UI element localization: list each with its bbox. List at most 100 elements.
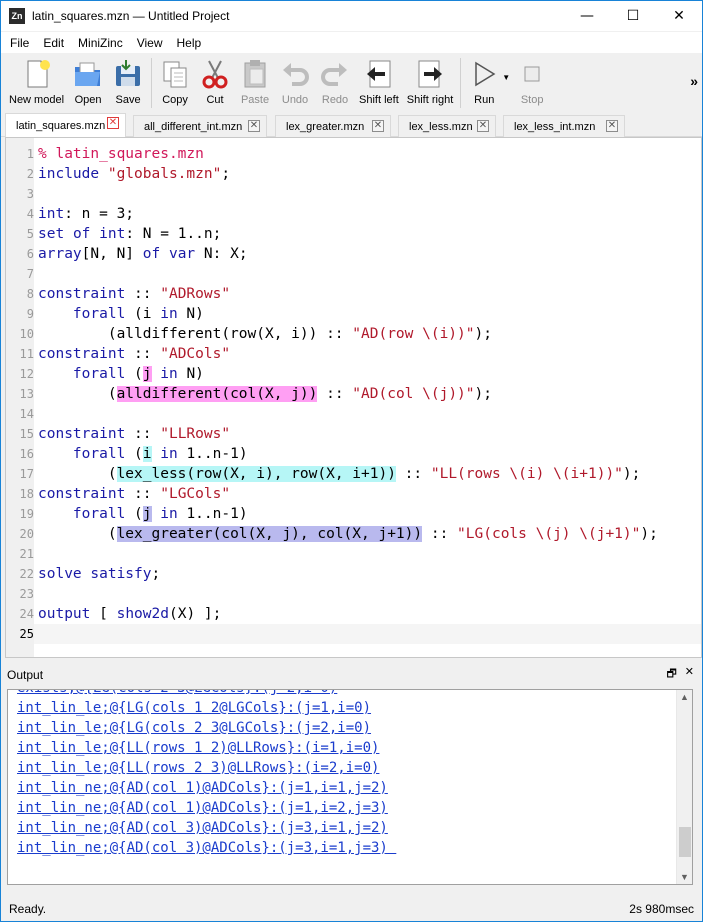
code-line[interactable]: 23 bbox=[6, 584, 701, 604]
code-line[interactable]: 8 constraint :: "ADRows" bbox=[6, 284, 701, 304]
code-line[interactable]: 16 forall (i in 1..n-1) bbox=[6, 444, 701, 464]
code-text: (lex_greater(col(X, j), col(X, j+1)) :: … bbox=[38, 526, 658, 542]
open-button[interactable]: Open bbox=[68, 53, 108, 111]
output-console[interactable]: exists;@{LG(cols 2 3@LGCols}:(j=2,i=0) i… bbox=[7, 689, 693, 885]
output-panel-title: Output bbox=[7, 668, 44, 682]
scroll-up-icon[interactable]: ▲ bbox=[680, 692, 689, 702]
redo-button[interactable]: Redo bbox=[315, 53, 355, 111]
code-line[interactable]: 3 bbox=[6, 184, 701, 204]
paste-clipboard-icon bbox=[244, 60, 266, 88]
tab-bar: latin_squares.mzn ✕ all_different_int.mz… bbox=[1, 113, 702, 138]
tab-label: lex_less_int.mzn bbox=[514, 120, 596, 133]
menu-edit[interactable]: Edit bbox=[36, 36, 71, 50]
code-line[interactable]: 22 solve satisfy; bbox=[6, 564, 701, 584]
code-line[interactable]: 13 (alldifferent(col(X, j)) :: "AD(col \… bbox=[6, 384, 701, 404]
output-line[interactable]: int_lin_le;@{LG(cols 1 2@LGCols}:(j=1,i=… bbox=[17, 698, 371, 718]
tab-close-icon[interactable]: ✕ bbox=[606, 120, 618, 132]
save-button[interactable]: Save bbox=[108, 53, 148, 111]
run-options-dropdown[interactable]: ▼ bbox=[500, 53, 512, 111]
run-button[interactable]: Run bbox=[464, 53, 500, 111]
code-line[interactable]: 14 bbox=[6, 404, 701, 424]
code-line[interactable]: 21 bbox=[6, 544, 701, 564]
paste-button[interactable]: Paste bbox=[235, 53, 275, 111]
output-scrollbar[interactable]: ▲ ▼ bbox=[676, 690, 692, 884]
stop-button[interactable]: Stop bbox=[512, 53, 552, 111]
tab-close-icon[interactable]: ✕ bbox=[248, 120, 260, 132]
code-line[interactable]: 9 forall (i in N) bbox=[6, 304, 701, 324]
code-line[interactable]: 17 (lex_less(row(X, i), row(X, i+1)) :: … bbox=[6, 464, 701, 484]
code-line[interactable]: 1 % latin_squares.mzn bbox=[6, 144, 701, 164]
output-line[interactable]: int_lin_ne;@{AD(col 1)@ADCols}:(j=1,i=1,… bbox=[17, 778, 388, 798]
line-number: 9 bbox=[26, 307, 34, 321]
code-line[interactable]: 19 forall (j in 1..n-1) bbox=[6, 504, 701, 524]
scissors-icon bbox=[202, 60, 228, 89]
code-line[interactable]: 15 constraint :: "LLRows" bbox=[6, 424, 701, 444]
output-line[interactable]: int_lin_le;@{LG(cols 2 3@LGCols}:(j=2,i=… bbox=[17, 718, 371, 738]
output-line[interactable]: int_lin_le;@{LL(rows 1 2)@LLRows}:(i=1,i… bbox=[17, 738, 379, 758]
scroll-down-icon[interactable]: ▼ bbox=[680, 872, 689, 882]
tab-lex-less-int[interactable]: lex_less_int.mzn ✕ bbox=[503, 115, 625, 137]
tab-lex-greater[interactable]: lex_greater.mzn ✕ bbox=[275, 115, 391, 137]
code-line[interactable]: 24 output [ show2d(X) ]; bbox=[6, 604, 701, 624]
line-number: 8 bbox=[26, 287, 34, 301]
output-line[interactable]: int_lin_ne;@{AD(col 3)@ADCols}:(j=3,i=1,… bbox=[17, 838, 396, 858]
code-text: constraint :: "ADRows" bbox=[38, 286, 231, 302]
line-number: 15 bbox=[19, 427, 34, 441]
play-icon bbox=[475, 61, 496, 87]
menu-help[interactable]: Help bbox=[170, 36, 209, 50]
close-window-button[interactable]: ✕ bbox=[656, 1, 702, 31]
shift-left-button[interactable]: Shift left bbox=[355, 53, 403, 111]
tab-close-icon[interactable]: ✕ bbox=[107, 117, 119, 129]
close-panel-icon[interactable]: ✕ bbox=[685, 665, 694, 684]
status-bar: Ready. 2s 980msec bbox=[1, 897, 702, 921]
tab-all-different-int[interactable]: all_different_int.mzn ✕ bbox=[133, 115, 267, 137]
line-number: 23 bbox=[19, 587, 34, 601]
code-editor[interactable]: 1 % latin_squares.mzn 2 include "globals.mz… bbox=[5, 137, 702, 658]
tab-label: lex_less.mzn bbox=[409, 120, 473, 133]
undo-arrow-icon bbox=[283, 63, 310, 86]
code-text: constraint :: "LLRows" bbox=[38, 426, 231, 442]
undo-button[interactable]: Undo bbox=[275, 53, 315, 111]
tab-lex-less[interactable]: lex_less.mzn ✕ bbox=[398, 115, 496, 137]
code-line[interactable]: 20 (lex_greater(col(X, j), col(X, j+1)) … bbox=[6, 524, 701, 544]
line-number: 2 bbox=[26, 167, 34, 181]
code-line[interactable]: 25 bbox=[6, 624, 701, 644]
code-line[interactable]: 10 (alldifferent(row(X, i)) :: "AD(row \… bbox=[6, 324, 701, 344]
code-text: array[N, N] of var N: X; bbox=[38, 246, 248, 262]
dock-buttons: 🗗 ✕ bbox=[666, 665, 694, 684]
code-line[interactable]: 6 array[N, N] of var N: X; bbox=[6, 244, 701, 264]
line-number: 20 bbox=[19, 527, 34, 541]
code-line[interactable]: 11 constraint :: "ADCols" bbox=[6, 344, 701, 364]
code-line[interactable]: 7 bbox=[6, 264, 701, 284]
toolbar-separator bbox=[151, 58, 153, 108]
new-model-button[interactable]: New model bbox=[5, 53, 68, 111]
code-text: constraint :: "ADCols" bbox=[38, 346, 231, 362]
toolbar-overflow-button[interactable]: » bbox=[690, 73, 698, 89]
code-line[interactable]: 5 set of int: N = 1..n; bbox=[6, 224, 701, 244]
menu-view[interactable]: View bbox=[130, 36, 170, 50]
line-number: 11 bbox=[19, 347, 34, 361]
copy-button[interactable]: Copy bbox=[155, 53, 195, 111]
tab-latin-squares[interactable]: latin_squares.mzn ✕ bbox=[5, 113, 126, 138]
elapsed-time: 2s 980msec bbox=[629, 902, 694, 916]
cut-button[interactable]: Cut bbox=[195, 53, 235, 111]
output-line[interactable]: exists;@{LG(cols 2 3@LGCols}:(j=2,i=0) bbox=[17, 690, 337, 698]
scrollbar-thumb[interactable] bbox=[679, 827, 691, 857]
redo-arrow-icon bbox=[321, 63, 348, 86]
output-line[interactable]: int_lin_le;@{LL(rows 2 3)@LLRows}:(i=2,i… bbox=[17, 758, 379, 778]
code-line[interactable]: 12 forall (j in N) bbox=[6, 364, 701, 384]
output-line[interactable]: int_lin_ne;@{AD(col 1)@ADCols}:(j=1,i=2,… bbox=[17, 798, 388, 818]
tab-close-icon[interactable]: ✕ bbox=[372, 120, 384, 132]
menu-file[interactable]: File bbox=[3, 36, 36, 50]
tab-close-icon[interactable]: ✕ bbox=[477, 120, 489, 132]
code-line[interactable]: 2 include "globals.mzn"; bbox=[6, 164, 701, 184]
shift-right-button[interactable]: Shift right bbox=[403, 53, 457, 111]
code-line[interactable]: 18 constraint :: "LGCols" bbox=[6, 484, 701, 504]
code-line[interactable]: 4 int: n = 3; bbox=[6, 204, 701, 224]
output-line[interactable]: int_lin_ne;@{AD(col 3)@ADCols}:(j=3,i=1,… bbox=[17, 818, 388, 838]
code-text: (alldifferent(row(X, i)) :: "AD(row \(i)… bbox=[38, 326, 492, 342]
minimize-button[interactable]: — bbox=[564, 1, 610, 31]
menu-minizinc[interactable]: MiniZinc bbox=[71, 36, 130, 50]
maximize-button[interactable]: ☐ bbox=[610, 1, 656, 31]
float-panel-icon[interactable]: 🗗 bbox=[666, 665, 676, 684]
